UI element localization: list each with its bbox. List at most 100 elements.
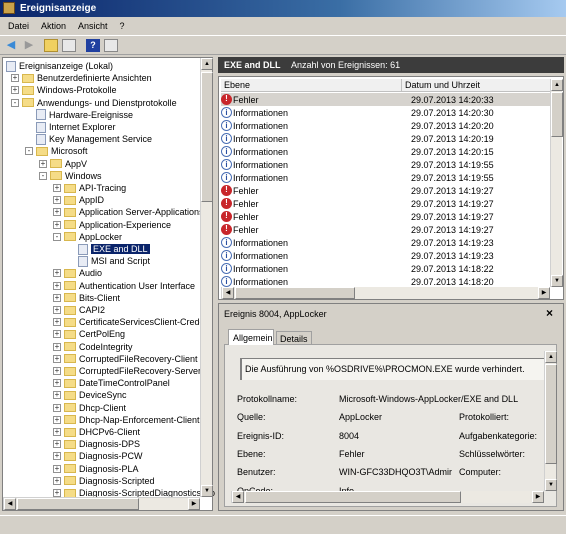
tree-item[interactable]: + CAPI2	[53, 304, 105, 316]
help-icon[interactable]: ?	[86, 39, 100, 52]
event-row[interactable]: ! Fehler 29.07.2013 14:19:27	[221, 184, 550, 197]
expand-icon[interactable]: +	[53, 184, 61, 192]
tree-item[interactable]: + AppV	[39, 158, 87, 170]
collapse-icon[interactable]: -	[11, 98, 19, 107]
menu-datei[interactable]: Datei	[8, 21, 29, 34]
expand-icon[interactable]: +	[39, 159, 47, 168]
event-row[interactable]: ! Fehler 29.07.2013 14:19:27	[221, 210, 550, 223]
tree-item[interactable]: + Windows-Protokolle	[11, 84, 117, 96]
event-row[interactable]: i Informationen 29.07.2013 14:19:55	[221, 158, 550, 171]
collapse-icon[interactable]: -	[53, 232, 61, 241]
tree-item[interactable]: + CorruptedFileRecovery-Client	[53, 353, 198, 365]
tree-item[interactable]: - Anwendungs- und Dienstprotokolle	[11, 97, 177, 109]
tree-item[interactable]: + AppID	[53, 194, 104, 206]
scroll-thumb[interactable]	[545, 364, 557, 464]
expand-icon[interactable]: +	[53, 196, 61, 205]
close-icon[interactable]: ×	[546, 306, 553, 320]
menu-aktion[interactable]: Aktion	[41, 21, 66, 34]
scroll-thumb[interactable]	[17, 498, 139, 510]
event-row[interactable]: ! Fehler 29.07.2013 14:19:27	[221, 197, 550, 210]
scroll-thumb[interactable]	[235, 287, 355, 299]
scroll-thumb[interactable]	[245, 491, 461, 503]
tree-item[interactable]: + Bits-Client	[53, 292, 120, 304]
tree-item[interactable]: + Application-Experience	[53, 219, 171, 231]
tree-item[interactable]: + Benutzerdefinierte Ansichten	[11, 72, 152, 84]
folder-up-icon[interactable]	[44, 39, 58, 52]
scroll-thumb[interactable]	[201, 72, 213, 202]
scroll-down-button[interactable]: ▼	[545, 479, 557, 491]
detail-vertical-scrollbar[interactable]: ▲ ▼	[544, 351, 557, 491]
expand-icon[interactable]: +	[53, 415, 61, 424]
event-row[interactable]: i Informationen 29.07.2013 14:20:19	[221, 132, 550, 145]
expand-icon[interactable]: +	[53, 403, 61, 412]
expand-icon[interactable]: +	[53, 342, 61, 351]
tree-item[interactable]: - Windows	[39, 170, 102, 182]
tree-item[interactable]: + CertPolEng	[53, 328, 125, 340]
event-row[interactable]: i Informationen 29.07.2013 14:19:55	[221, 171, 550, 184]
list-horizontal-scrollbar[interactable]: ◀ ▶	[221, 287, 550, 299]
event-row[interactable]: i Informationen 29.07.2013 14:19:23	[221, 249, 550, 262]
tree-vertical-scrollbar[interactable]: ▲ ▼	[200, 58, 213, 497]
expand-icon[interactable]: +	[53, 330, 61, 339]
column-header-datum[interactable]: Datum und Uhrzeit	[401, 79, 480, 91]
expand-icon[interactable]: +	[53, 440, 61, 449]
detail-horizontal-scrollbar[interactable]: ◀ ▶	[231, 491, 544, 503]
tree-item[interactable]: - AppLocker	[53, 231, 122, 243]
tree-item[interactable]: + DeviceSync	[53, 389, 127, 401]
expand-icon[interactable]: +	[53, 379, 61, 388]
column-header-ebene[interactable]: Ebene	[224, 80, 250, 90]
tree-item[interactable]: MSI and Script	[67, 255, 150, 267]
tree-item[interactable]: + Diagnosis-DPS	[53, 438, 140, 450]
tree-item[interactable]: + DHCPv6-Client	[53, 426, 140, 438]
scroll-left-button[interactable]: ◀	[232, 491, 244, 503]
tree-item[interactable]: + CorruptedFileRecovery-Server	[53, 365, 201, 377]
menu-help[interactable]: ?	[120, 21, 125, 34]
expand-icon[interactable]: +	[11, 74, 19, 83]
event-row[interactable]: i Informationen 29.07.2013 14:20:20	[221, 119, 550, 132]
tree-item[interactable]: + Diagnosis-PCW	[53, 450, 143, 462]
expand-icon[interactable]: +	[53, 269, 61, 278]
tree-item[interactable]: EXE and DLL	[67, 243, 150, 255]
expand-icon[interactable]: +	[53, 281, 61, 290]
scroll-right-button[interactable]: ▶	[532, 491, 544, 503]
event-row[interactable]: i Informationen 29.07.2013 14:20:15	[221, 145, 550, 158]
expand-icon[interactable]: +	[53, 428, 61, 436]
tree-horizontal-scrollbar[interactable]: ◀ ▶	[3, 497, 200, 510]
scroll-up-button[interactable]: ▲	[545, 351, 557, 363]
collapse-icon[interactable]: -	[39, 171, 47, 180]
tree-item[interactable]: + Dhcp-Nap-Enforcement-Client	[53, 414, 200, 426]
expand-icon[interactable]: +	[53, 306, 61, 314]
tree-item[interactable]: + Audio	[53, 267, 102, 279]
menu-ansicht[interactable]: Ansicht	[78, 21, 108, 34]
scroll-right-button[interactable]: ▶	[188, 498, 200, 510]
tree-item[interactable]: + CodeIntegrity	[53, 341, 133, 353]
tree-item[interactable]: + CertificateServicesClient-Credent	[53, 316, 212, 328]
event-row[interactable]: i Informationen 29.07.2013 14:18:22	[221, 262, 550, 275]
expand-icon[interactable]: +	[11, 86, 19, 95]
tree-item[interactable]: Key Management Service	[25, 133, 152, 145]
tree-item[interactable]: + Authentication User Interface	[53, 280, 195, 292]
scroll-down-button[interactable]: ▼	[551, 275, 563, 287]
tree-item[interactable]: Ereignisanzeige (Lokal)	[6, 60, 113, 72]
scroll-right-button[interactable]: ▶	[538, 287, 550, 299]
tab-details[interactable]: Details	[276, 331, 312, 345]
tree-item[interactable]: + Application Server-Applications	[53, 206, 204, 218]
tree-item[interactable]: - Microsoft	[25, 145, 88, 157]
event-row[interactable]: ! Fehler 29.07.2013 14:19:27	[221, 223, 550, 236]
scroll-left-button[interactable]: ◀	[222, 287, 234, 299]
tree-item[interactable]: + Diagnosis-Scripted	[53, 475, 155, 487]
expand-icon[interactable]: +	[53, 354, 61, 363]
expand-icon[interactable]: +	[53, 293, 61, 302]
tab-allgemein[interactable]: Allgemein	[228, 329, 274, 345]
expand-icon[interactable]: +	[53, 464, 61, 473]
event-row[interactable]: i Informationen 29.07.2013 14:19:23	[221, 236, 550, 249]
expand-icon[interactable]: +	[53, 220, 61, 229]
expand-icon[interactable]: +	[53, 452, 61, 461]
event-row[interactable]: i Informationen 29.07.2013 14:20:30	[221, 106, 550, 119]
scroll-down-button[interactable]: ▼	[201, 485, 213, 497]
expand-icon[interactable]: +	[53, 318, 61, 327]
expand-icon[interactable]: +	[53, 367, 61, 375]
tree-item[interactable]: + Dhcp-Client	[53, 402, 126, 414]
scroll-left-button[interactable]: ◀	[4, 498, 16, 510]
forward-arrow-icon[interactable]: ▶	[22, 39, 36, 52]
